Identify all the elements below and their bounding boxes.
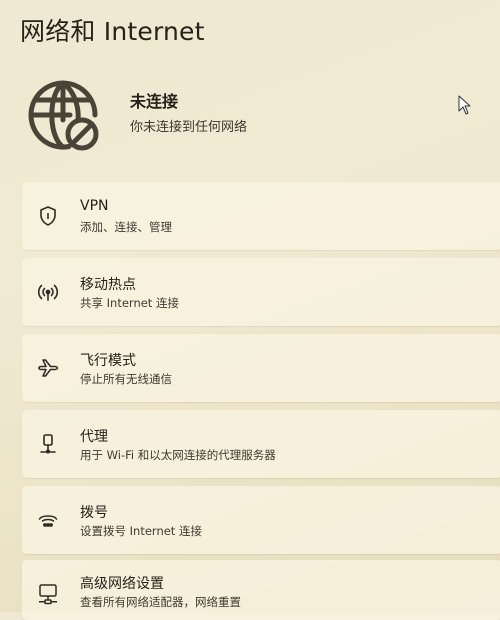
status-subtitle: 你未连接到任何网络 — [130, 120, 248, 135]
item-title: VPN — [80, 198, 109, 214]
settings-item-hotspot[interactable]: 移动热点 共享 Internet 连接 — [22, 258, 500, 326]
network-status: 未连接 你未连接到任何网络 — [24, 76, 464, 156]
item-title: 拨号 — [80, 505, 108, 521]
hotspot-icon — [36, 280, 60, 304]
item-subtitle: 查看所有网络适配器，网络重置 — [80, 595, 241, 609]
settings-item-dialup[interactable]: 拨号 设置拨号 Internet 连接 — [22, 486, 500, 554]
item-subtitle: 添加、连接、管理 — [80, 220, 172, 234]
proxy-icon — [36, 432, 60, 456]
shield-icon — [36, 204, 60, 228]
item-title: 移动热点 — [80, 277, 136, 293]
item-subtitle: 停止所有无线通信 — [80, 372, 172, 386]
settings-item-advanced-network[interactable]: 高级网络设置 查看所有网络适配器，网络重置 — [22, 560, 500, 620]
settings-item-vpn[interactable]: VPN 添加、连接、管理 — [22, 182, 500, 250]
item-subtitle: 用于 Wi-Fi 和以太网连接的代理服务器 — [80, 448, 276, 462]
settings-item-proxy[interactable]: 代理 用于 Wi-Fi 和以太网连接的代理服务器 — [22, 410, 500, 478]
page-title: 网络和 Internet — [20, 17, 205, 46]
globe-disconnected-icon — [24, 76, 102, 154]
item-title: 代理 — [80, 429, 108, 445]
item-title: 飞行模式 — [80, 353, 136, 369]
item-subtitle: 共享 Internet 连接 — [80, 296, 179, 310]
item-subtitle: 设置拨号 Internet 连接 — [80, 524, 202, 538]
network-pc-icon — [36, 582, 60, 606]
item-title: 高级网络设置 — [80, 576, 164, 592]
status-title: 未连接 — [130, 92, 179, 111]
dialup-icon — [36, 508, 60, 532]
settings-item-airplane-mode[interactable]: 飞行模式 停止所有无线通信 — [22, 334, 500, 402]
mouse-cursor-icon — [458, 95, 472, 115]
airplane-icon — [36, 356, 60, 380]
